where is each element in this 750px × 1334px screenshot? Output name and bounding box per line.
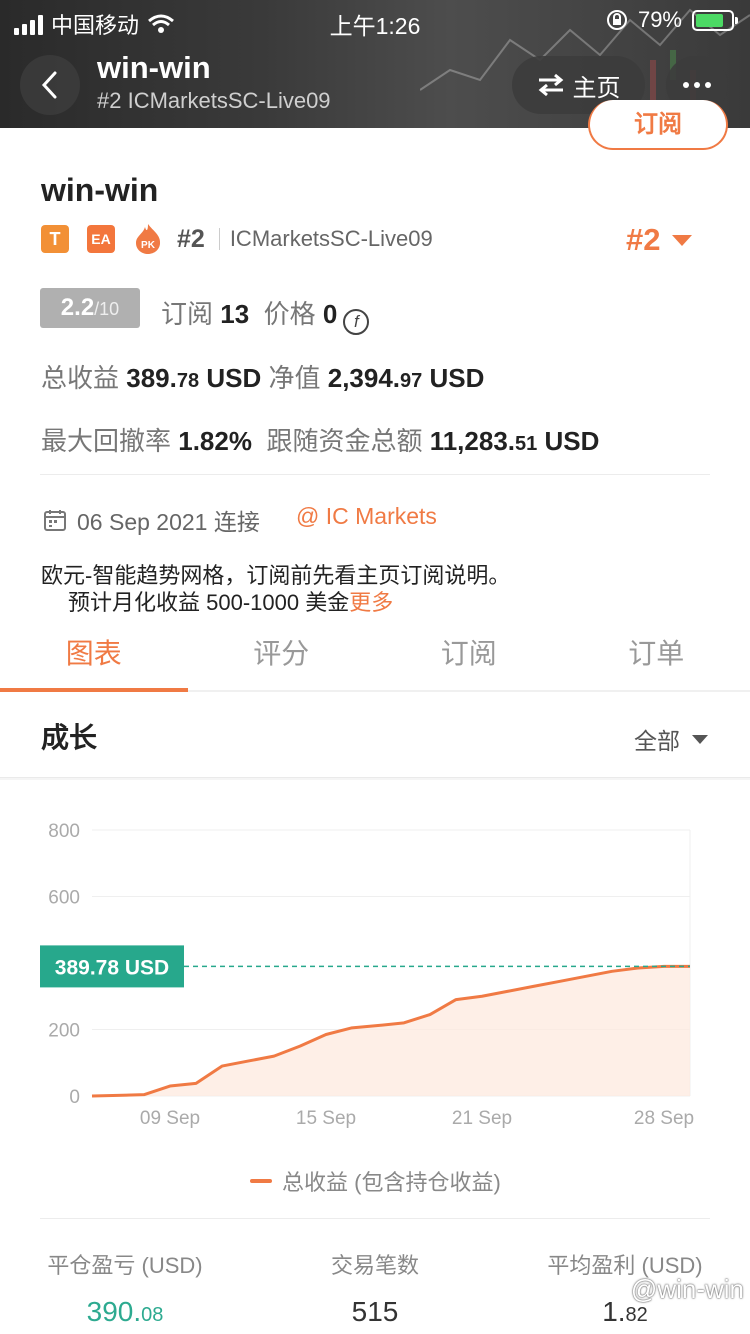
tag-separator	[218, 228, 220, 250]
battery-icon	[692, 9, 738, 31]
tag-ea: EA	[87, 225, 115, 253]
connect-date: 06 Sep 2021 连接	[77, 509, 260, 535]
tag-t: T	[41, 225, 69, 253]
equity-value: 2,394.97 USD	[327, 363, 485, 393]
section-title: 成长	[41, 722, 98, 753]
stat-closed-pnl: 平仓盈亏 (USD) 390.08	[0, 1248, 250, 1328]
x-tick-label: 09 Sep	[140, 1108, 200, 1129]
battery-percent: 79%	[637, 7, 682, 32]
divider	[40, 474, 710, 475]
growth-chart-svg: 800 600 200 0 389.78 USD 09 Sep 15 Sep 21 Sep 28…	[40, 821, 694, 1129]
range-select[interactable]: 全部	[634, 722, 708, 756]
score-badge: 2.2 /10	[40, 288, 140, 328]
tab-orders[interactable]: 订单	[563, 624, 750, 690]
nav-title: win-win	[97, 50, 211, 85]
rank-big-label: #2	[626, 222, 661, 257]
more-link[interactable]: 更多	[349, 590, 393, 615]
x-tick-label: 21 Sep	[452, 1108, 512, 1129]
caret-down-icon	[692, 734, 708, 744]
orientation-lock-icon	[606, 10, 627, 30]
y-tick-label: 0	[69, 1087, 80, 1108]
y-tick-label: 200	[48, 1021, 80, 1042]
divider	[40, 1218, 710, 1219]
connect-date-row: 06 Sep 2021 连接	[43, 503, 260, 537]
subscribe-button[interactable]: 订阅	[588, 100, 728, 150]
current-value-label: 389.78 USD	[55, 956, 169, 979]
drawdown-follow-stat: 最大回撤率 1.82% 跟随资金总额 11,283.51 USD	[41, 426, 600, 456]
caret-down-icon	[672, 234, 693, 246]
home-button-label: 主页	[572, 74, 621, 102]
svg-text:PK: PK	[141, 240, 156, 251]
nav-subtitle: #2 ICMarketsSC-Live09	[97, 88, 331, 113]
profile-name: win-win	[41, 172, 159, 208]
tab-subscribe[interactable]: 订阅	[375, 624, 563, 690]
subscribe-button-label: 订阅	[634, 111, 682, 138]
x-tick-label: 15 Sep	[296, 1108, 356, 1129]
tab-rating[interactable]: 评分	[188, 624, 376, 690]
calendar-icon	[44, 510, 66, 531]
y-tick-label: 600	[48, 888, 80, 909]
score-max: /10	[94, 299, 120, 319]
growth-chart: 800 600 200 0 389.78 USD 09 Sep 15 Sep 21 Sep 28…	[0, 790, 750, 1150]
server-name: ICMarketsSC-Live09	[229, 226, 433, 251]
subscribe-stat: 订阅 13 价格 0f	[161, 294, 370, 335]
subscribe-count: 13	[220, 299, 250, 329]
status-bar: 中国移动 上午1:26 79%	[0, 0, 750, 42]
follow-amount-value: 11,283.51 USD	[429, 426, 600, 456]
max-drawdown-value: 1.82%	[178, 426, 252, 456]
tags-row: T EA PK #2 ICMarketsSC-Live09	[41, 222, 433, 256]
stat-trade-count: 交易笔数 515	[250, 1248, 500, 1328]
total-profit-value: 389.78 USD	[126, 363, 262, 393]
broker-link[interactable]: @ IC Markets	[296, 503, 437, 530]
legend-swatch	[250, 1179, 272, 1183]
range-select-label: 全部	[634, 728, 680, 754]
watermark: @win-win	[630, 1274, 744, 1304]
rank-dropdown[interactable]: #2	[626, 222, 693, 258]
closed-pnl-value: 390.08	[86, 1296, 164, 1327]
chart-legend: 总收益 (包含持仓收益)	[250, 1165, 501, 1197]
y-tick-label: 800	[48, 821, 80, 842]
growth-section-header: 成长 全部	[0, 692, 750, 778]
divider	[0, 778, 750, 780]
x-tick-label: 28 Sep	[634, 1108, 694, 1129]
back-button[interactable]	[20, 55, 80, 115]
tab-chart[interactable]: 图表	[0, 624, 188, 692]
more-dots-icon	[683, 82, 689, 88]
description-line-2: 预计月化收益 500-1000 美金更多	[68, 590, 394, 615]
trade-count-value: 515	[351, 1296, 399, 1327]
coin-icon: f	[343, 309, 370, 335]
pk-flame-icon: PK	[136, 224, 161, 254]
swap-icon	[538, 73, 563, 97]
chevron-left-icon	[41, 71, 57, 99]
tab-bar: 图表 评分 订阅 订单	[0, 624, 750, 692]
legend-label: 总收益 (包含持仓收益)	[282, 1170, 501, 1195]
profit-equity-stat: 总收益 389.78 USD 净值 2,394.97 USD	[41, 363, 485, 393]
score-value: 2.2	[60, 294, 95, 321]
price-value: 0	[322, 299, 338, 329]
rank-label: #2	[177, 224, 205, 253]
